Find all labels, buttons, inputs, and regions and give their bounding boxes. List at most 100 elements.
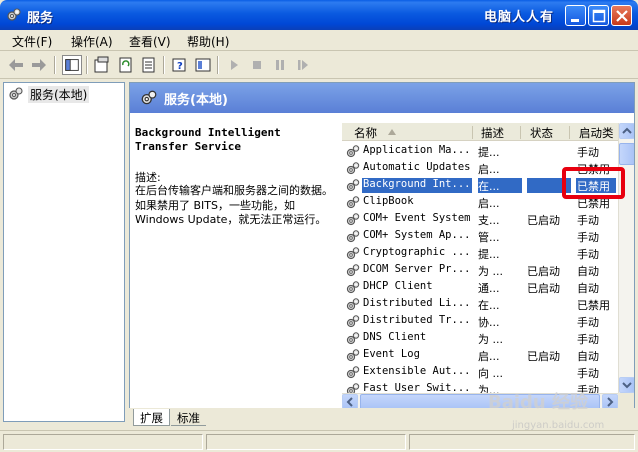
services-list: 名称 描述 状态 启动类 Application Ma... 提... 手动 Auto… [342,123,634,409]
column-description[interactable]: 描述 [481,125,504,141]
service-gear-icon [346,213,360,226]
tree-item-services-local[interactable]: 服务(本地) [28,86,90,103]
show-hide-tree-icon[interactable] [62,55,82,75]
service-startup-type: 手动 [577,146,599,159]
restart-service-icon[interactable] [293,55,313,75]
column-status[interactable]: 状态 [530,125,553,141]
maximize-icon [592,9,606,23]
service-row[interactable]: Extensible Aut... 向 ... 手动 [342,364,618,381]
service-gear-icon [346,366,360,379]
service-startup-type: 自动 [577,350,599,363]
tab-standard[interactable]: 标准 [171,409,206,426]
maximize-button[interactable] [588,5,609,26]
service-description: 启... [478,350,500,363]
service-row[interactable]: Event Log 启... 已启动 自动 [342,347,618,364]
service-status: 已启动 [527,265,560,278]
service-status: 已启动 [527,350,560,363]
service-gear-icon [346,230,360,243]
details-pane: 服务(本地) Background Intelligent Transfer S… [129,82,635,427]
service-description: 在... [478,299,500,312]
service-row[interactable]: Cryptographic ... 提... 手动 [342,245,618,262]
start-service-icon[interactable] [224,55,244,75]
forward-arrow-icon[interactable] [29,55,49,75]
column-separator[interactable] [472,126,473,139]
service-name: Automatic Updates [363,161,471,173]
service-row[interactable]: Application Ma... 提... 手动 [342,143,618,160]
service-row[interactable]: DCOM Server Pr... 为 ... 已启动 自动 [342,262,618,279]
close-button[interactable] [611,5,632,26]
export-list-icon[interactable] [139,55,159,75]
baidu-watermark: Baidu 经验 [488,392,589,413]
back-arrow-icon[interactable] [6,55,26,75]
service-name: DNS Client [363,331,427,343]
services-gear-icon [9,87,23,100]
annotation-highlight-box [562,167,625,199]
service-name: Event Log [363,348,420,360]
service-gear-icon [346,145,360,158]
column-separator[interactable] [520,126,521,139]
service-description: 为 ... [478,265,503,278]
service-name: Cryptographic ... [363,246,471,258]
column-separator[interactable] [569,126,570,139]
service-name: COM+ System Ap... [363,229,471,241]
vertical-scrollbar[interactable] [618,123,634,393]
service-name: COM+ Event System [363,212,471,224]
menu-help[interactable]: 帮助(H) [187,33,229,50]
service-status: 已启动 [527,214,560,227]
toolbar: ? [0,51,638,79]
menu-file[interactable]: 文件(F) [12,33,52,50]
service-description: 启... [478,163,500,176]
service-startup-type: 手动 [577,214,599,227]
service-gear-icon [346,179,360,192]
service-gear-icon [346,315,360,328]
title-bar: 服务 电脑人人有 [0,0,638,30]
chevron-down-icon [622,382,632,389]
service-row[interactable]: Distributed Tr... 协... 手动 [342,313,618,330]
service-row[interactable]: COM+ System Ap... 管... 手动 [342,228,618,245]
service-description: 启... [478,197,500,210]
details-title: 服务(本地) [164,93,228,108]
window-title: 服务 [27,11,54,26]
tab-extended[interactable]: 扩展 [133,409,170,426]
service-status [527,365,571,380]
service-description: 管... [478,231,500,244]
service-row[interactable]: DNS Client 为 ... 手动 [342,330,618,347]
properties-icon[interactable] [92,55,112,75]
view-icon[interactable] [193,55,213,75]
service-status [527,297,571,312]
services-gear-icon [7,8,21,21]
service-row[interactable]: Distributed Li... 在... 已禁用 [342,296,618,313]
service-name: DCOM Server Pr... [363,263,471,275]
service-startup-type: 手动 [577,248,599,261]
service-name: ClipBook [363,195,414,207]
service-gear-icon [346,298,360,311]
service-description: 向 ... [478,367,503,380]
menu-view[interactable]: 查看(V) [129,33,171,50]
service-row[interactable]: DHCP Client 通... 已启动 自动 [342,279,618,296]
description-text: 在后台传输客户端和服务器之间的数据。如果禁用了 BITS，一些功能，如 Wind… [135,184,333,226]
column-startup-type[interactable]: 启动类 [579,125,614,141]
scroll-right-button[interactable] [602,394,618,409]
refresh-icon[interactable] [116,55,136,75]
scroll-left-button[interactable] [342,394,358,409]
scroll-down-button[interactable] [619,377,634,393]
chevron-up-icon [622,127,632,134]
column-name[interactable]: 名称 [354,125,377,141]
help-icon[interactable]: ? [170,55,190,75]
minimize-button[interactable] [565,5,586,26]
description-pane: Background Intelligent Transfer Service … [130,113,342,408]
stop-service-icon[interactable] [247,55,267,75]
service-status [527,246,571,261]
service-gear-icon [346,196,360,209]
service-startup-type: 已禁用 [577,299,610,312]
service-gear-icon [346,281,360,294]
service-name: DHCP Client [363,280,433,292]
details-header: 服务(本地) [130,83,634,113]
pause-service-icon[interactable] [270,55,290,75]
menu-action[interactable]: 操作(A) [71,33,113,50]
service-row[interactable]: COM+ Event System 支... 已启动 手动 [342,211,618,228]
vertical-scroll-thumb[interactable] [619,143,634,165]
service-description: 提... [478,248,500,261]
scroll-up-button[interactable] [619,123,634,139]
service-status [527,144,571,159]
